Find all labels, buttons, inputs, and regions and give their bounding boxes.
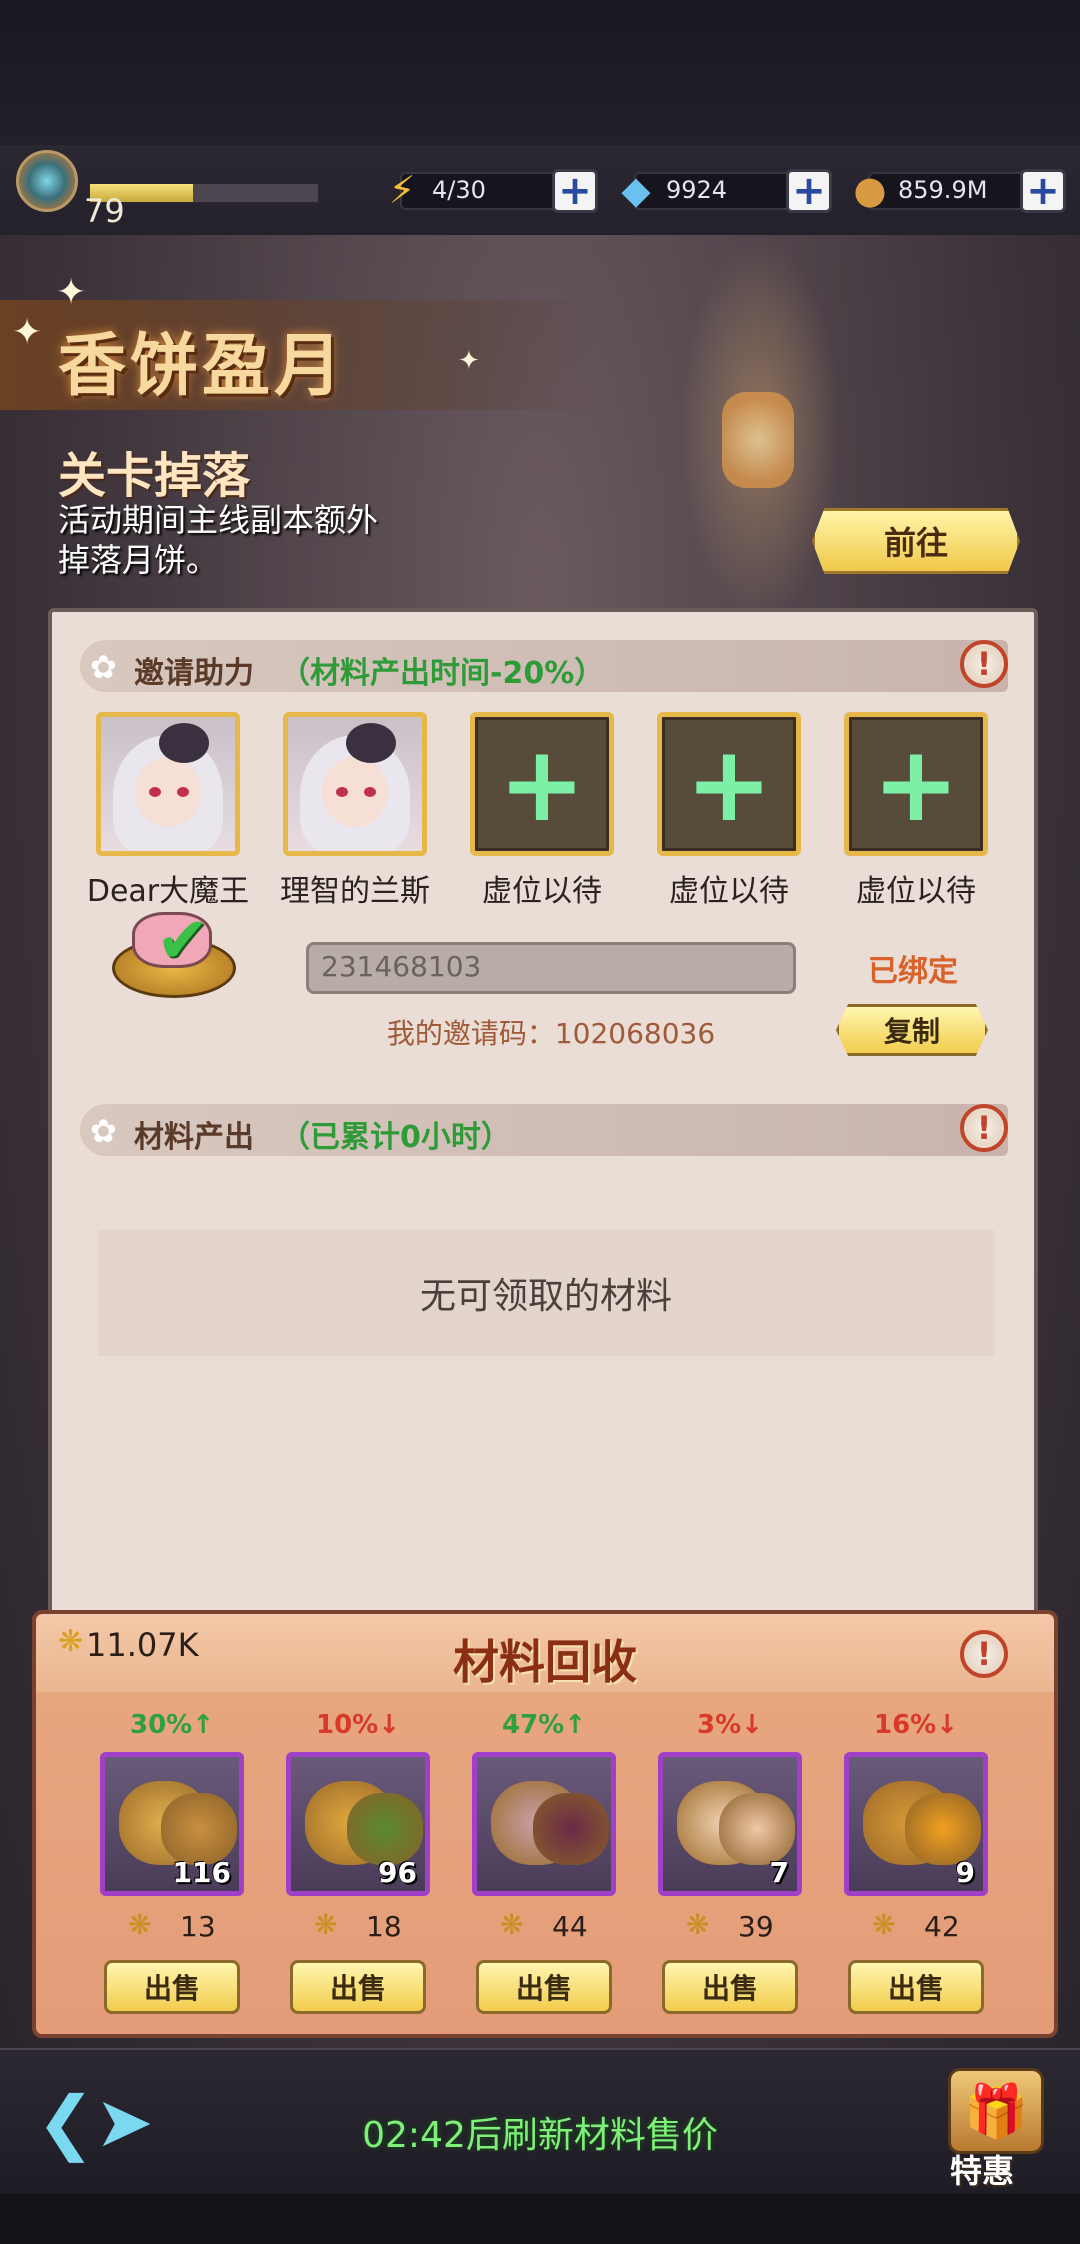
item-price: 39 [738,1910,774,1943]
invite-header-note: （材料产出时间-20%） [280,656,605,691]
bound-status: 已绑定 [868,954,958,989]
price-change-label: 47%↑ [501,1710,587,1740]
level-emblem-icon[interactable] [16,150,78,212]
item-price: 42 [924,1910,960,1943]
sell-button[interactable]: 出售 [290,1960,426,2014]
navigation-area [0,2194,1080,2244]
stamina-value: 4/30 [432,176,486,204]
invite-slot-3[interactable]: + [470,712,614,856]
mooncake-icon [719,1793,795,1865]
refresh-timer: 02:42后刷新材料售价 [362,2115,718,2156]
drop-description: 活动期间主线副本额外掉落月饼。 [58,501,379,579]
item-quantity: 116 [172,1856,231,1889]
mooncake-icon [905,1793,981,1865]
mooncake-check-icon: ✔ [112,904,236,1000]
price-change-label: 10%↓ [315,1710,401,1740]
add-gold-button[interactable]: + [1020,169,1066,213]
gold-value: 859.9M [898,176,988,204]
invite-slot-5[interactable]: + [844,712,988,856]
plus-icon: + [872,723,960,845]
item-quantity: 9 [955,1856,975,1889]
gold-chip: 859.9M [868,172,1044,210]
sparkle-icon: ✦ [12,312,43,353]
invite-slot-label: 理智的兰斯 [280,874,430,909]
lightning-icon: ⚡ [388,168,416,212]
sparkle-icon: ✦ [458,346,480,376]
mooncake-item[interactable]: 116 [100,1752,244,1896]
invite-slot-4[interactable]: + [657,712,801,856]
wheat-coin-icon: ❋ [500,1908,524,1941]
recycle-total: 11.07K [86,1626,199,1664]
output-info-icon[interactable]: ! [960,1104,1008,1152]
invite-slot-1[interactable] [96,712,240,856]
mooncake-icon [161,1793,237,1865]
invite-slot-label: 虚位以待 [482,874,602,909]
status-area [0,0,1080,145]
invite-info-icon[interactable]: ! [960,640,1008,688]
item-price: 13 [180,1910,216,1943]
wheat-coin-icon: ❋ [872,1908,896,1941]
sell-button[interactable]: 出售 [848,1960,984,2014]
add-gems-button[interactable]: + [786,169,832,213]
invite-header-label: 邀请助力 [134,656,254,691]
flower-icon: ✿ [90,1112,117,1150]
item-quantity: 96 [378,1856,417,1889]
event-title: 香饼盈月 [58,326,347,406]
copy-button[interactable]: 复制 [836,1004,988,1056]
wheat-coin-icon: ❋ [314,1908,338,1941]
sell-button[interactable]: 出售 [476,1960,612,2014]
lantern-decoration [722,392,794,488]
go-button[interactable]: 前往 [812,508,1020,574]
invite-slot-2[interactable] [283,712,427,856]
add-stamina-button[interactable]: + [552,169,598,213]
sell-button[interactable]: 出售 [104,1960,240,2014]
wheat-coin-icon: ❋ [686,1908,710,1941]
wheat-coin-icon: ❋ [58,1624,84,1659]
avatar [288,717,422,851]
sell-button[interactable]: 出售 [662,1960,798,2014]
diamond-icon: ◆ [621,168,651,212]
avatar [101,717,235,851]
invite-code-input[interactable]: 231468103 [306,942,796,994]
output-header-label: 材料产出 [134,1120,254,1155]
player-level: 79 [84,192,125,230]
mooncake-icon [347,1793,423,1865]
gems-value: 9924 [666,176,728,204]
invite-header: ✿ 邀请助力 （材料产出时间-20%） [80,640,1008,692]
special-offer-label: 特惠 [950,2152,1015,2190]
my-invite-code: 我的邀请码：102068036 [386,1017,716,1050]
recycle-info-icon[interactable]: ! [960,1630,1008,1678]
item-price: 18 [366,1910,402,1943]
mooncake-item[interactable]: 9 [844,1752,988,1896]
mooncake-icon [533,1793,609,1865]
sparkle-icon: ✦ [56,272,87,313]
item-quantity: 7 [769,1856,789,1889]
mooncake-item[interactable]: 7 [658,1752,802,1896]
price-change-label: 30%↑ [129,1710,215,1740]
price-change-label: 16%↓ [873,1710,959,1740]
output-header-note: （已累计0小时） [280,1120,511,1155]
plus-icon: + [685,723,773,845]
mooncake-item[interactable] [472,1752,616,1896]
mooncake-item[interactable]: 96 [286,1752,430,1896]
output-header: ✿ 材料产出 （已累计0小时） [80,1104,1008,1156]
stamina-chip: 4/30 [400,172,576,210]
flower-icon: ✿ [90,648,117,686]
plus-icon: + [498,723,586,845]
wheat-coin-icon: ❋ [128,1908,152,1941]
item-price: 44 [552,1910,588,1943]
coin-icon: ● [853,168,887,212]
invite-slot-label: 虚位以待 [669,874,789,909]
drop-title: 关卡掉落 [58,448,251,504]
price-change-label: 3%↓ [697,1710,763,1740]
gems-chip: 9924 [634,172,810,210]
empty-materials: 无可领取的材料 [98,1230,994,1356]
gift-box-icon[interactable]: 🎁 [948,2068,1044,2154]
invite-slot-label: 虚位以待 [856,874,976,909]
